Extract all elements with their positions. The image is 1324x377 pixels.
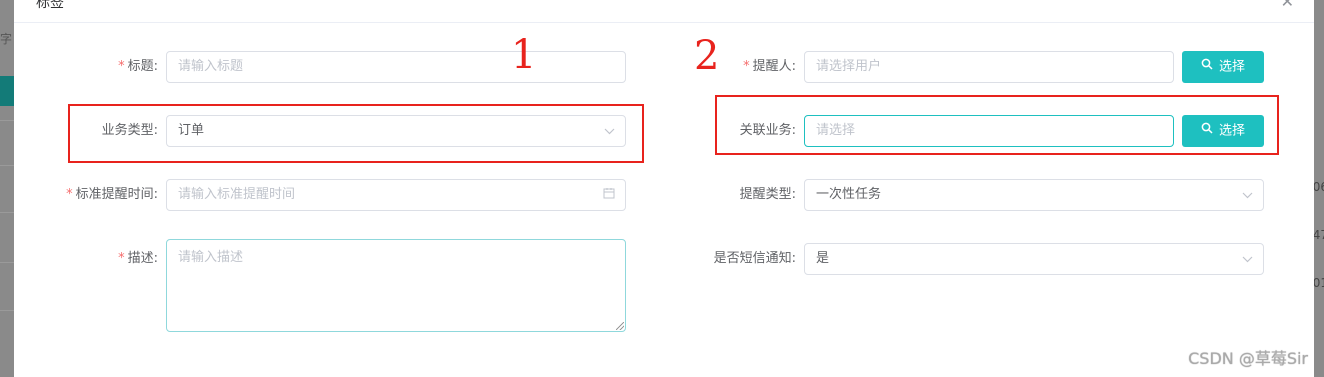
remind-type-value: 一次性任务 [816,187,882,202]
title-placeholder: 请输入标题 [178,59,244,74]
annotation-number-2: 2 [694,33,720,79]
background-page-left: 字 [0,0,14,377]
select-user-button[interactable]: 选择 [1182,51,1264,83]
remind-type-label: 提醒类型: [739,187,796,202]
watermark: CSDN @草莓Sir [1188,349,1308,368]
chevron-down-icon [1242,180,1253,210]
sms-notice-label: 是否短信通知: [713,251,796,266]
remind-type-select[interactable]: 一次性任务 [804,179,1264,211]
background-teal-button [0,76,14,106]
background-divider [0,310,14,311]
description-label: * 描述: [54,243,158,275]
reminder-user-input[interactable]: 请选择用户 [804,51,1174,83]
description-placeholder: 请输入描述 [178,250,244,265]
background-divider [0,212,14,213]
required-asterisk: * [118,59,125,74]
sms-notice-select[interactable]: 是 [804,243,1264,275]
dialog: 标签 ✕ * 标题: 请输入标题 * 提醒人: 请选择用户 选择 业务类型: 订单 … [14,0,1314,377]
title-input[interactable]: 请输入标题 [166,51,626,83]
description-textarea[interactable]: 请输入描述 [166,239,626,332]
select-user-button-label: 选择 [1218,59,1245,75]
background-number: 47 [1312,228,1324,242]
sms-notice-value: 是 [816,251,830,266]
description-label-text: 描述: [127,251,158,266]
resize-handle[interactable] [616,322,624,330]
reminder-label-text: 提醒人: [752,59,796,74]
standard-time-picker[interactable]: 请输入标准提醒时间 [166,179,626,211]
standard-time-label: * 标准提醒时间: [44,179,158,211]
background-page-right: 06 47 01 [1312,0,1324,377]
chevron-down-icon [1242,244,1253,274]
annotation-number-1: 1 [511,32,537,78]
required-asterisk: * [118,251,125,266]
dialog-header: 标签 ✕ [14,0,1314,23]
standard-time-placeholder: 请输入标准提醒时间 [178,187,296,202]
title-label-text: 标题: [127,59,158,74]
background-number: 06 [1312,180,1324,194]
background-divider [0,262,14,263]
reminder-placeholder: 请选择用户 [816,59,882,74]
dialog-title: 标签 [36,0,64,11]
background-divider [0,120,14,121]
required-asterisk: * [66,187,73,202]
annotation-box-1 [68,104,644,163]
standard-time-label-text: 标准提醒时间: [75,187,158,202]
title-label: * 标题: [54,51,158,83]
background-text-fragment: 字 [0,32,13,46]
annotation-box-2 [715,95,1279,155]
background-divider [0,165,14,166]
search-icon [1201,51,1213,83]
required-asterisk: * [743,59,750,74]
background-number: 01 [1312,276,1324,290]
calendar-icon [603,180,615,210]
close-icon[interactable]: ✕ [1281,0,1294,11]
